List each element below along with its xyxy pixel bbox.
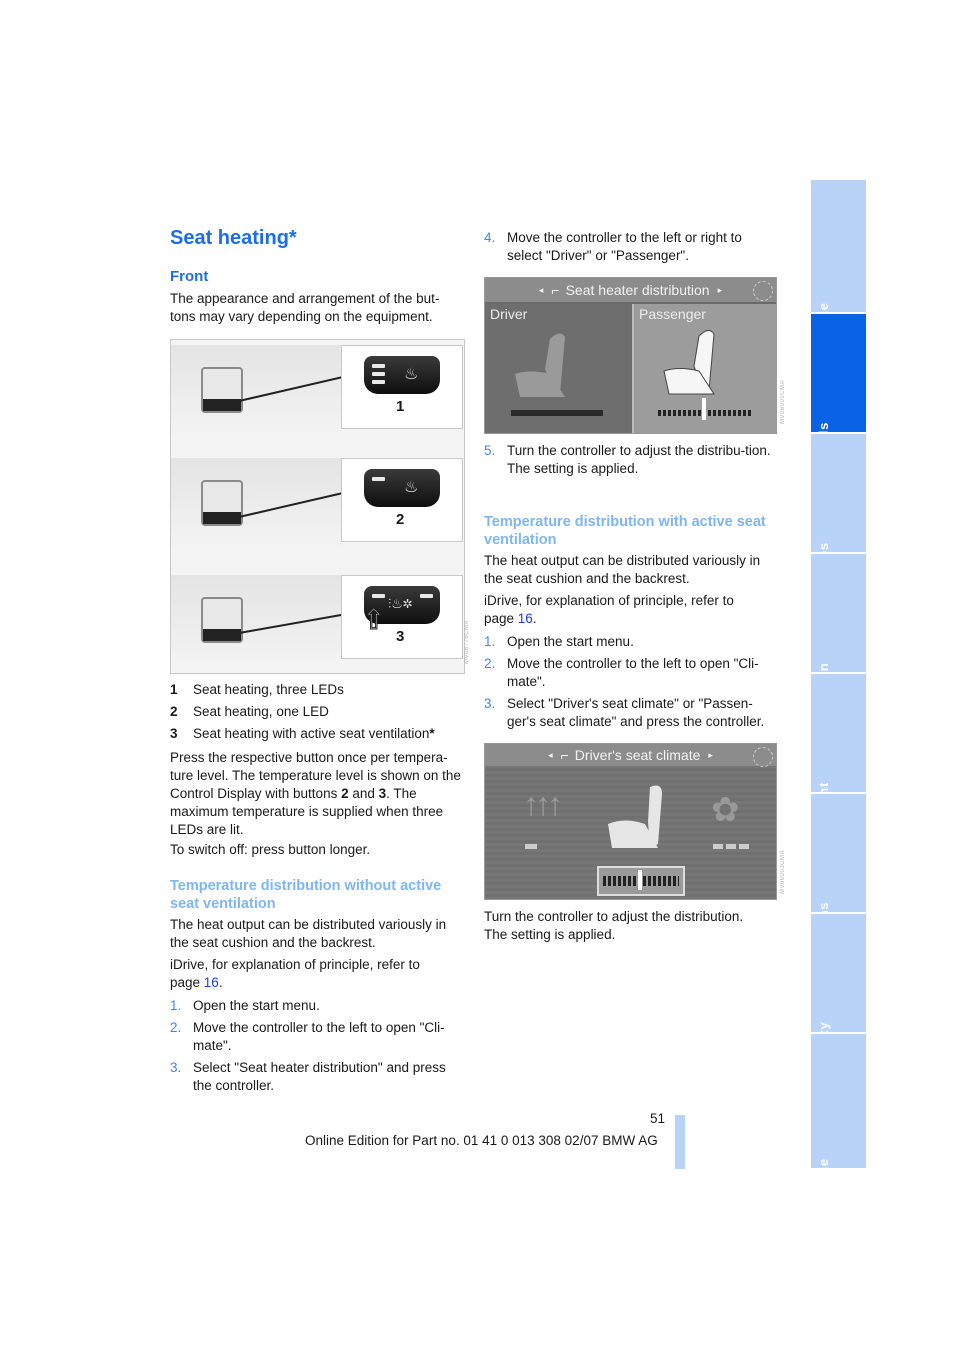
step-item: 1. Open the start menu. — [170, 998, 320, 1013]
arrow-right-icon: ▸ — [717, 284, 723, 295]
legend-item: 1 Seat heating, three LEDs — [170, 682, 344, 697]
controller-icon — [753, 281, 773, 301]
step-item: 3. Select "Seat heater distribution" and … — [170, 1060, 446, 1093]
distribution-slider — [597, 866, 685, 896]
seat-icon: ⌐ — [560, 747, 569, 763]
callout-3: ⫶♨✲ ⇧ 3 — [341, 575, 463, 659]
step-item: 1. Open the start menu. — [484, 634, 634, 649]
side-tab-reference[interactable]: Reference — [811, 1034, 866, 1228]
callout-number: 1 — [396, 398, 405, 415]
page-marker-bar — [675, 1115, 685, 1169]
dashboard-panel-3 — [171, 575, 341, 670]
screen-header: ◂ ⌐ Driver's seat climate ▸ — [485, 744, 776, 766]
dashboard-panel-2 — [171, 458, 341, 553]
figure-code: MV06776CMA — [464, 620, 470, 665]
side-tab-controls[interactable]: Controls — [811, 314, 866, 482]
step-item: 2. Move the controller to the left to ope… — [484, 656, 759, 689]
without-intro: The heat output can be distributed vario… — [170, 917, 447, 950]
seat-heating-buttons-figure: ♨ 1 ♨ 2 ⫶♨✲ ⇧ 3 — [170, 339, 465, 674]
seat-illustration — [515, 333, 565, 397]
front-intro: The appearance and arrangement of the bu… — [170, 291, 440, 324]
controller-icon — [753, 747, 773, 767]
legend-item: 2 Seat heating, one LED — [170, 704, 329, 719]
arrow-left-icon: ◂ — [538, 284, 544, 295]
closing-text: Turn the controller to adjust the distri… — [484, 909, 744, 942]
callout-number: 2 — [396, 511, 405, 528]
seat-heater-distribution-screen: ◂ ⌐ Seat heater distribution ▸ Driver Pa… — [484, 277, 777, 434]
distribution-slider — [511, 410, 603, 416]
callout-2: ♨ 2 — [341, 458, 463, 542]
seat-illustration — [663, 330, 715, 395]
without-steps: 1. Open the start menu. 2. Move the contro… — [170, 997, 465, 1095]
seat-heater-icon: ♨ — [404, 366, 419, 383]
callout-1: ♨ 1 — [341, 345, 463, 429]
figure-code: MV06001CMA — [780, 380, 786, 425]
seat-heating-button-three-leds: ♨ — [364, 356, 440, 394]
legend-item: 3 Seat heating with active seat ventilat… — [170, 726, 435, 741]
switch-cluster — [201, 480, 243, 526]
section-heading-with-ventilation: Temperature distribution with active sea… — [484, 514, 766, 548]
dashboard-panel-1 — [171, 345, 341, 440]
with-intro: The heat output can be distributed vario… — [484, 553, 761, 586]
switch-cluster — [201, 367, 243, 413]
footer-edition: Online Edition for Part no. 01 41 0 013 … — [305, 1133, 658, 1148]
press-instructions: Press the respective button once per tem… — [170, 750, 461, 837]
side-tab-driving-tips[interactable]: Driving tips — [811, 434, 866, 623]
seat-heating-button-one-led: ♨ — [364, 469, 440, 507]
page-number: 51 — [650, 1111, 666, 1126]
section-heading-front: Front — [170, 268, 209, 285]
driver-option[interactable]: Driver — [485, 304, 631, 433]
side-tab-mobility[interactable]: Mobility — [811, 914, 866, 1078]
callout-number: 3 — [396, 628, 405, 645]
side-tab-communications[interactable]: Communications — [811, 794, 866, 1019]
optional-equipment-asterisk: * — [429, 726, 435, 741]
step-5: 5. Turn the controller to adjust the dist… — [484, 443, 771, 476]
seat-icon: ⌐ — [551, 282, 560, 298]
switch-off-text: To switch off: press button longer. — [170, 842, 371, 857]
seat-heater-ventilation-icon: ⫶♨✲ — [388, 596, 413, 611]
section-heading-without-ventilation: Temperature distribution without active … — [170, 878, 442, 912]
heating-level-indicator — [525, 844, 537, 849]
step-4: 4. Move the controller to the left or rig… — [484, 230, 742, 263]
arrow-left-icon: ◂ — [548, 749, 553, 760]
seat-illustration — [608, 785, 662, 848]
with-idrive-ref: iDrive, for explanation of principle, re… — [484, 593, 734, 626]
slider-marker — [702, 398, 706, 420]
side-tab-at-a-glance[interactable]: At a glance — [811, 180, 866, 380]
ventilation-fan-icon: ✿ — [711, 791, 740, 829]
page-title: Seat heating* — [170, 227, 297, 249]
figure-legend: 1 Seat heating, three LEDs 2 Seat heatin… — [170, 681, 465, 743]
press-arrow-icon: ⇧ — [361, 604, 386, 635]
screen-header: ◂ ⌐ Seat heater distribution ▸ — [485, 278, 776, 302]
step-item: 2. Move the controller to the left to ope… — [170, 1020, 445, 1053]
without-idrive-ref: iDrive, for explanation of principle, re… — [170, 957, 420, 990]
side-tab-navigation[interactable]: Navigation — [811, 554, 866, 736]
ventilation-level-indicator — [713, 844, 751, 849]
step-item: 3. Select "Driver's seat climate" or "Pas… — [484, 696, 765, 729]
side-tab-entertainment[interactable]: Entertainment — [811, 674, 866, 880]
with-steps: 1. Open the start menu. 2. Move the contro… — [484, 633, 780, 731]
heating-waves-icon: ↑↑↑ — [523, 786, 563, 822]
slider-marker — [638, 870, 642, 890]
switch-cluster — [201, 597, 243, 643]
figure-code: MV06003CMA — [780, 850, 786, 895]
arrow-right-icon: ▸ — [708, 749, 713, 760]
page-link-16[interactable]: 16 — [518, 611, 533, 626]
passenger-option[interactable]: Passenger — [632, 304, 777, 433]
seat-heater-icon: ♨ — [404, 479, 419, 496]
page-link-16[interactable]: 16 — [204, 975, 219, 990]
drivers-seat-climate-screen: ◂ ⌐ Driver's seat climate ▸ ↑↑↑ ✿ — [484, 743, 777, 900]
